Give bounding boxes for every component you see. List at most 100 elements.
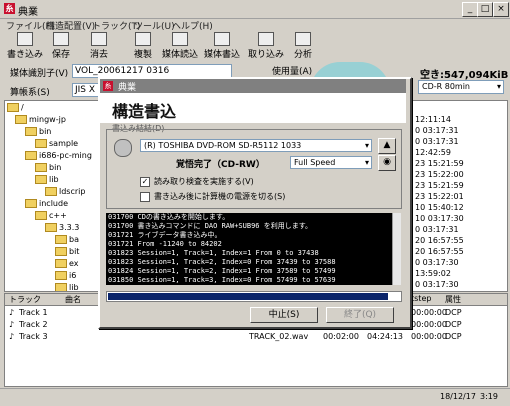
tree-item[interactable]: sample <box>35 139 78 148</box>
list-item[interactable]: 20 16:57:55 <box>415 247 464 256</box>
column-header-attr[interactable]: 属性 <box>445 294 461 305</box>
tree-item[interactable]: i6 <box>55 271 76 280</box>
erase-button[interactable]: 消去 <box>84 32 114 60</box>
list-item[interactable]: 10 15:40:12 <box>415 203 464 212</box>
folder-icon <box>35 139 47 148</box>
file-date-list: 12:11:14 0 03:17:31 0 03:17:31 12:42:59 … <box>410 100 508 292</box>
list-item[interactable]: 0 03:17:30 <box>415 280 459 289</box>
chevron-down-icon: ▾ <box>364 141 369 150</box>
tree-item[interactable]: i686-pc-ming <box>25 151 92 160</box>
folder-icon <box>55 259 67 268</box>
log-scrollbar[interactable] <box>392 213 401 285</box>
import-button[interactable]: 取り込み <box>246 32 286 60</box>
list-item[interactable]: 0 03:17:30 <box>415 258 459 267</box>
end-button[interactable]: 終了(Q) <box>326 307 394 323</box>
save-button[interactable]: 保存 <box>46 32 76 60</box>
analyze-button[interactable]: 分析 <box>288 32 318 60</box>
verify-checkbox[interactable]: ✓ <box>140 177 150 187</box>
dialog-header: 構造書込 <box>100 93 406 123</box>
list-item[interactable]: 10 03:17:30 <box>415 214 464 223</box>
tree-item[interactable]: bin <box>35 163 61 172</box>
media-read-icon <box>172 32 188 46</box>
dialog-title-bar: 糸 典業 <box>100 79 406 93</box>
media-write-button[interactable]: 媒体書込 <box>202 32 242 60</box>
folder-icon <box>35 211 47 220</box>
folder-icon <box>15 115 27 124</box>
tree-item[interactable]: ex <box>55 259 79 268</box>
write-progress-bar <box>106 291 402 302</box>
list-item[interactable]: 13:59:02 <box>415 269 451 278</box>
folder-tree: / mingw-jp bin sample i686-pc-ming bin l… <box>4 100 110 292</box>
list-item[interactable]: 0 03:17:31 <box>415 126 459 135</box>
copy-button[interactable]: 複製 <box>128 32 158 60</box>
list-item[interactable]: 23 15:21:59 <box>415 181 464 190</box>
magnifier-icon <box>295 32 311 46</box>
tree-item[interactable]: lib <box>35 175 59 184</box>
poweroff-checkbox[interactable] <box>140 192 150 202</box>
folder-icon <box>25 127 37 136</box>
tree-item[interactable]: c++ <box>35 211 67 220</box>
tree-item[interactable]: ldscrip <box>45 187 85 196</box>
maximize-button[interactable]: □ <box>477 2 493 17</box>
status-time: 3:19 <box>480 392 498 401</box>
close-button[interactable]: × <box>493 2 509 17</box>
log-line: 031824 Session=1, Track=2, Index=1 From … <box>108 267 336 275</box>
stop-button[interactable]: 中止(S) <box>250 307 318 323</box>
verify-label: 読み取り検査を実施する(V) <box>154 177 254 186</box>
list-item[interactable]: 23 15:22:00 <box>415 170 464 179</box>
volume-input[interactable]: VOL_20061217 0316 <box>72 64 232 78</box>
drive-select[interactable]: (R) TOSHIBA DVD-ROM SD-R5112 1033 ▾ <box>140 139 372 152</box>
eject-button[interactable]: ▲ <box>378 138 396 154</box>
progress-fill <box>108 293 388 300</box>
list-item[interactable]: 0 03:17:31 <box>415 225 459 234</box>
tree-item[interactable]: bit <box>55 247 79 256</box>
folder-icon <box>55 247 67 256</box>
column-header-title[interactable]: 曲名 <box>65 294 81 305</box>
list-item[interactable]: 0 03:17:31 <box>415 137 459 146</box>
poweroff-label: 書き込み後に計算機の電源を切る(S) <box>154 192 286 201</box>
dialog-heading: 構造書込 <box>112 102 177 121</box>
tree-item[interactable]: bin <box>25 127 51 136</box>
refresh-button[interactable]: ◉ <box>378 155 396 171</box>
list-item[interactable]: 23 15:21:59 <box>415 159 464 168</box>
music-note-icon: ♪ <box>9 320 15 329</box>
media-read-button[interactable]: 媒体読込 <box>160 32 200 60</box>
tree-item[interactable]: 3.3.3 <box>45 223 79 232</box>
speed-select[interactable]: Full Speed ▾ <box>290 156 372 169</box>
status-date: 18/12/17 <box>440 392 476 401</box>
drive-status: 覚悟完了（CD-RW） <box>176 160 265 170</box>
music-note-icon: ♪ <box>9 332 15 341</box>
folder-icon <box>55 283 67 291</box>
log-line: 031721 ライブデータ書き込み中。 <box>108 231 222 239</box>
log-line: 031823 Session=1, Track=1, Index=1 From … <box>108 249 319 257</box>
log-line: 031700 書き込みコマンドに DAO RAW+SUB96 を利用します。 <box>108 222 313 230</box>
folder-icon <box>35 163 47 172</box>
log-line: 031850 Session=1, Track=3, Index=0 From … <box>108 276 336 284</box>
log-line: 031700 CDの書き込みを開始します。 <box>108 213 230 221</box>
folder-icon <box>25 151 37 160</box>
tree-root[interactable]: / <box>7 103 24 112</box>
menu-help[interactable]: ヘルプ(H) <box>172 19 213 32</box>
list-item[interactable]: 12:42:59 <box>415 148 451 157</box>
usage-label: 使用量(A) <box>272 67 313 77</box>
media-type-select[interactable]: CD-R 80min ▾ <box>418 80 504 94</box>
list-item[interactable]: 23 15:22:01 <box>415 192 464 201</box>
chevron-down-icon: ▾ <box>496 82 501 91</box>
minimize-button[interactable]: _ <box>462 2 478 17</box>
list-item[interactable]: 20 16:57:55 <box>415 236 464 245</box>
music-note-icon: ♪ <box>9 308 15 317</box>
list-item[interactable]: 12:11:14 <box>415 115 451 124</box>
tree-item[interactable]: ba <box>55 235 79 244</box>
menu-tool[interactable]: ツール(U) <box>134 19 175 32</box>
write-icon <box>17 32 33 46</box>
column-header-track[interactable]: トラック <box>9 294 41 305</box>
column-header-tstep[interactable]: tstep <box>411 294 431 303</box>
tree-item[interactable]: lib <box>55 283 79 291</box>
charset-label: 算帳系(S) <box>10 88 50 98</box>
copy-icon <box>135 32 151 46</box>
table-row[interactable]: ♪ Track 3 TRACK_02.wav 00:02:00 04:24:13… <box>5 332 507 344</box>
menu-structure[interactable]: 構造配置(V) <box>46 19 95 32</box>
write-button[interactable]: 書き込み <box>6 32 44 60</box>
tree-item[interactable]: include <box>25 199 68 208</box>
tree-item[interactable]: mingw-jp <box>15 115 66 124</box>
